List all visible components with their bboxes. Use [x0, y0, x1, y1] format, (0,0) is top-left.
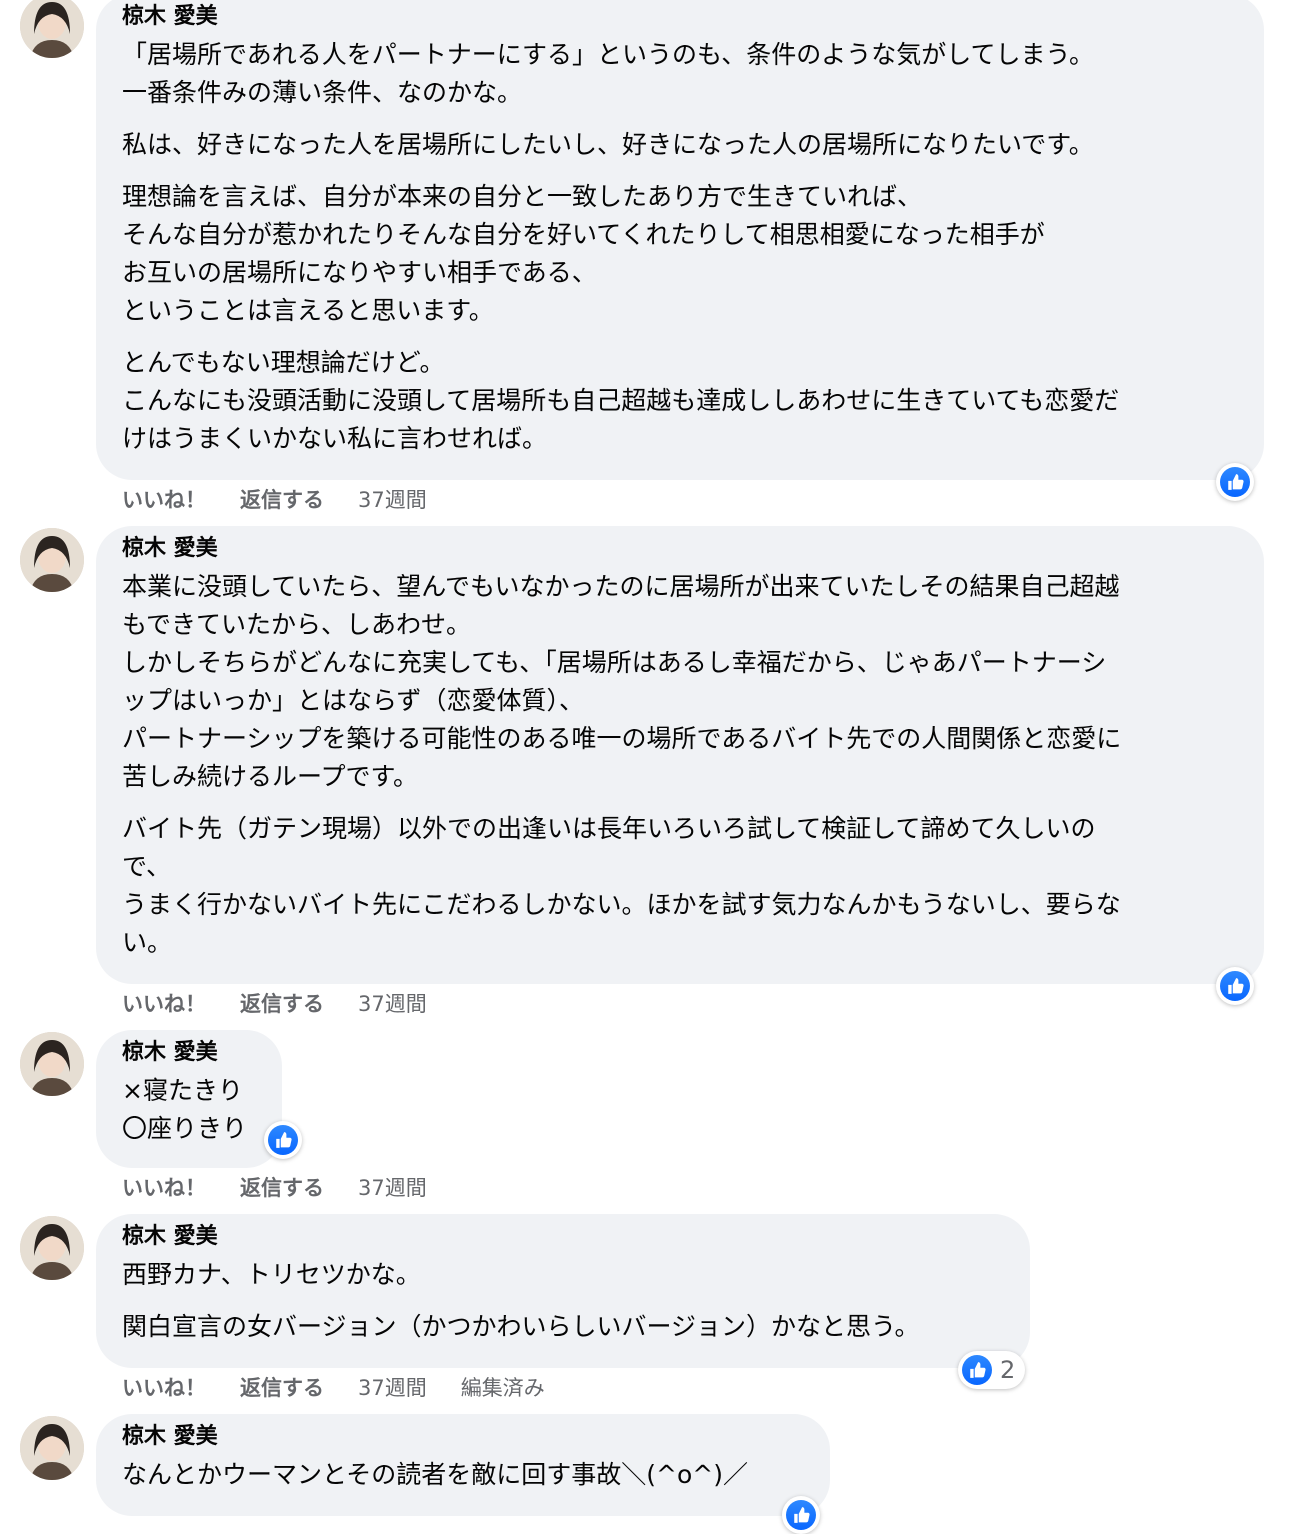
comment-text-line: こんなにも没頭活動に没頭して居場所も自己超越も達成ししあわせに生きていても恋愛だ — [122, 386, 1120, 415]
comment-paragraph: 西野カナ、トリセツかな。 — [122, 1256, 1004, 1294]
comment-paragraph: ×寝たきり〇座りきり — [122, 1072, 282, 1148]
reaction-badge[interactable]: 2 — [958, 1351, 1026, 1389]
reply-button[interactable]: 返信する — [240, 484, 324, 514]
reply-button[interactable]: 返信する — [240, 1372, 324, 1402]
comment-actions: いいね！ 返信する 37週間 編集済み — [122, 1372, 545, 1402]
thumbs-up-icon — [268, 1125, 298, 1155]
comment-paragraph: バイト先（ガテン現場）以外での出逢いは長年いろいろ試して検証して諦めて久しいので… — [122, 810, 1238, 962]
comment-text-line: 西野カナ、トリセツかな。 — [122, 1260, 421, 1289]
reaction-badge[interactable] — [1216, 463, 1254, 501]
comment-bubble: 椋木 愛美 なんとかウーマンとその読者を敵に回す事故＼(^o^)／ — [96, 1414, 830, 1516]
thumbs-up-icon — [786, 1500, 816, 1530]
like-button[interactable]: いいね！ — [122, 1172, 206, 1202]
comment-text-line: 理想論を言えば、自分が本来の自分と一致したあり方で生きていれば、 — [122, 182, 923, 211]
author-name[interactable]: 椋木 愛美 — [122, 2, 1238, 32]
like-button[interactable]: いいね！ — [122, 1372, 206, 1402]
comment-actions: いいね！ 返信する 37週間 — [122, 1172, 461, 1202]
avatar[interactable] — [20, 1216, 84, 1280]
comment-text-line: 本業に没頭していたら、望んでもいなかったのに居場所が出来ていたしその結果自己超越 — [122, 572, 1120, 601]
comment-text-line: もできていたから、しあわせ。 — [122, 610, 472, 639]
comment-text-line: しかしそちらがどんなに充実しても、「居場所はあるし幸福だから、じゃあパートナーシ — [122, 648, 1107, 677]
comment-paragraph: 関白宣言の女バージョン（かつかわいらしいバージョン）かなと思う。 — [122, 1308, 1004, 1346]
comment-actions: いいね！ 返信する 37週間 — [122, 484, 461, 514]
author-name[interactable]: 椋木 愛美 — [122, 1422, 804, 1452]
comment-paragraph: 本業に没頭していたら、望んでもいなかったのに居場所が出来ていたしその結果自己超越… — [122, 568, 1238, 796]
timestamp[interactable]: 37週間 — [358, 484, 427, 514]
comment-text-line: ということは言えると思います。 — [122, 296, 494, 325]
comment-text-line: 「居場所であれる人をパートナーにする」というのも、条件のような気がしてしまう。 — [122, 40, 1095, 69]
like-button[interactable]: いいね！ — [122, 484, 206, 514]
comment-paragraph: 「居場所であれる人をパートナーにする」というのも、条件のような気がしてしまう。一… — [122, 36, 1238, 112]
comment-bubble: 椋木 愛美 ×寝たきり〇座りきり — [96, 1030, 282, 1168]
comment-text-line: い。 — [122, 928, 173, 957]
comment-text-line: 〇座りきり — [122, 1114, 248, 1143]
author-name[interactable]: 椋木 愛美 — [122, 1038, 282, 1068]
avatar[interactable] — [20, 528, 84, 592]
comment-paragraph: なんとかウーマンとその読者を敵に回す事故＼(^o^)／ — [122, 1456, 804, 1494]
comment-text-line: 苦しみ続けるループです。 — [122, 762, 419, 791]
comment-text-line: で、 — [122, 852, 172, 881]
reaction-count: 2 — [1000, 1356, 1016, 1384]
timestamp[interactable]: 37週間 — [358, 1172, 427, 1202]
comment-text-line: そんな自分が惹かれたりそんな自分を好いてくれたりして相思相愛になった相手が — [122, 220, 1045, 249]
comment-bubble: 椋木 愛美 西野カナ、トリセツかな。 関白宣言の女バージョン（かつかわいらしいバ… — [96, 1214, 1030, 1368]
reaction-badge[interactable] — [1216, 967, 1254, 1005]
avatar[interactable] — [20, 1032, 84, 1096]
timestamp[interactable]: 37週間 — [358, 1372, 427, 1402]
author-name[interactable]: 椋木 愛美 — [122, 1222, 1004, 1252]
comment-bubble: 椋木 愛美 本業に没頭していたら、望んでもいなかったのに居場所が出来ていたしその… — [96, 526, 1264, 984]
thumbs-up-icon — [1220, 467, 1250, 497]
reaction-badge[interactable] — [782, 1496, 820, 1534]
comment-text-line: なんとかウーマンとその読者を敵に回す事故＼(^o^)／ — [122, 1460, 748, 1489]
timestamp[interactable]: 37週間 — [358, 988, 427, 1018]
comment-text-line: バイト先（ガテン現場）以外での出逢いは長年いろいろ試して検証して諦めて久しいの — [122, 814, 1096, 843]
comment-text-line: 関白宣言の女バージョン（かつかわいらしいバージョン）かなと思う。 — [122, 1312, 920, 1341]
avatar[interactable] — [20, 1416, 84, 1480]
comment-paragraph: とんでもない理想論だけど。こんなにも没頭活動に没頭して居場所も自己超越も達成しし… — [122, 344, 1238, 458]
comment-text-line: とんでもない理想論だけど。 — [122, 348, 445, 377]
comment-text-line: 一番条件みの薄い条件、なのかな。 — [122, 78, 523, 107]
comment-text-line: うまく行かないバイト先にこだわるしかない。ほかを試す気力なんかもうないし、要らな — [122, 890, 1121, 919]
comment-text-line: ×寝たきり — [122, 1076, 243, 1105]
comment-bubble: 椋木 愛美 「居場所であれる人をパートナーにする」というのも、条件のような気がし… — [96, 0, 1264, 480]
comment-actions: いいね！ 返信する 37週間 — [122, 988, 461, 1018]
comment-text-line: ップはいっか」とはならず（恋愛体質）、 — [122, 686, 585, 715]
reply-button[interactable]: 返信する — [240, 988, 324, 1018]
comment-paragraph: 私は、好きになった人を居場所にしたいし、好きになった人の居場所になりたいです。 — [122, 126, 1238, 164]
comment-text-line: けはうまくいかない私に言わせれば。 — [122, 424, 548, 453]
author-name[interactable]: 椋木 愛美 — [122, 534, 1238, 564]
like-button[interactable]: いいね！ — [122, 988, 206, 1018]
avatar[interactable] — [20, 0, 84, 58]
reaction-badge[interactable] — [264, 1121, 302, 1159]
thumbs-up-icon — [962, 1355, 992, 1385]
reply-button[interactable]: 返信する — [240, 1172, 324, 1202]
comment-text-line: 私は、好きになった人を居場所にしたいし、好きになった人の居場所になりたいです。 — [122, 130, 1094, 159]
thumbs-up-icon — [1220, 971, 1250, 1001]
edited-label[interactable]: 編集済み — [461, 1372, 545, 1402]
comment-paragraph: 理想論を言えば、自分が本来の自分と一致したあり方で生きていれば、そんな自分が惹か… — [122, 178, 1238, 330]
comment-text-line: パートナーシップを築ける可能性のある唯一の場所であるバイト先での人間関係と恋愛に — [122, 724, 1122, 753]
comment-text-line: お互いの居場所になりやすい相手である、 — [122, 258, 597, 287]
